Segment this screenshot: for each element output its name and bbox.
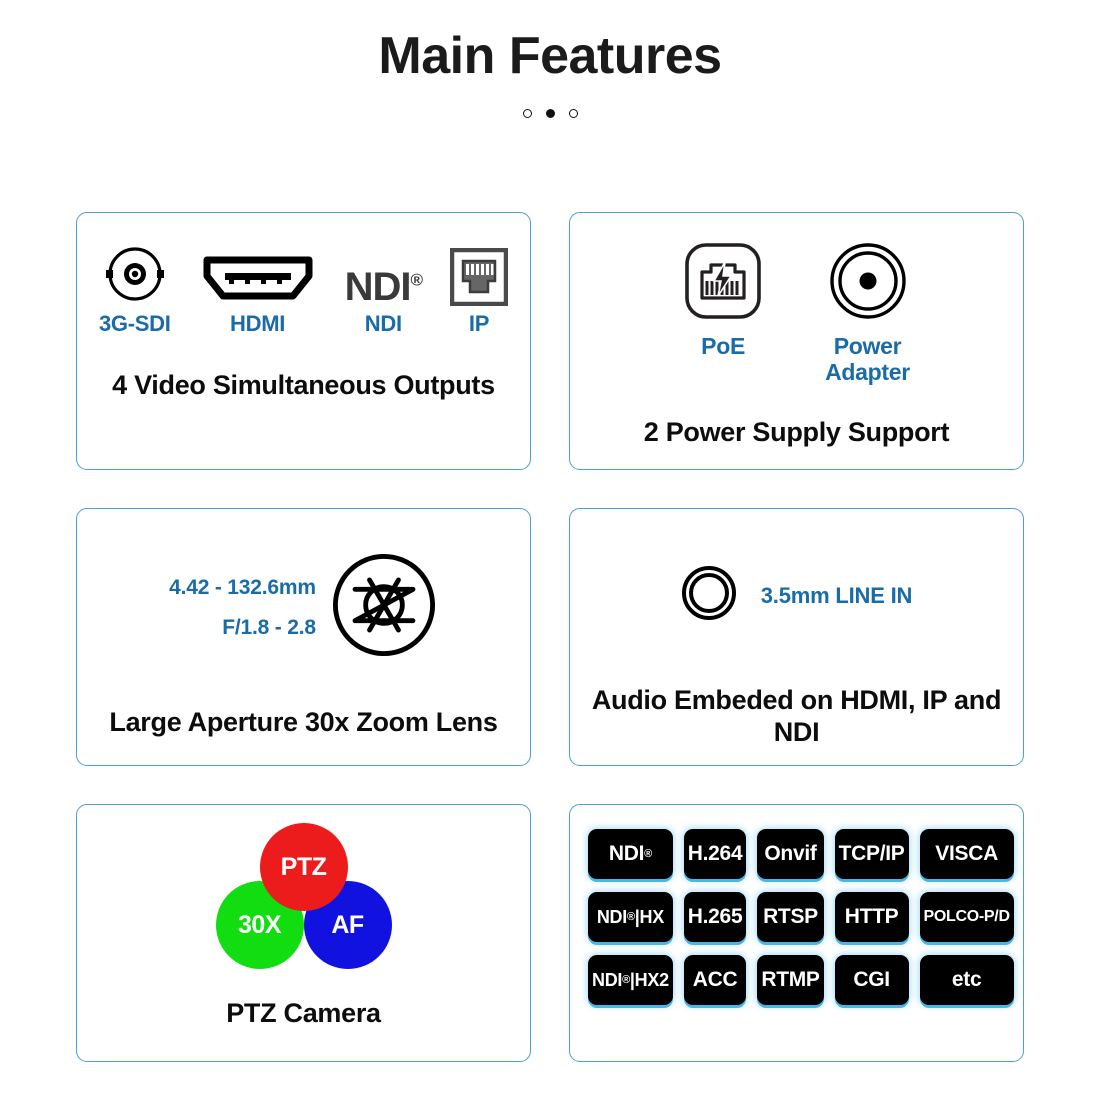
power-poe-label: PoE (701, 333, 746, 359)
protocol-badge-label: CGI (853, 968, 890, 991)
pagination-dot-2[interactable] (545, 109, 555, 119)
output-ndi: NDI® NDI (344, 240, 423, 336)
pagination-dot-3[interactable] (568, 109, 578, 119)
registered-mark: ® (626, 911, 635, 923)
protocol-badge[interactable]: etc (919, 955, 1014, 1005)
carousel-pagination[interactable] (0, 109, 1100, 119)
protocol-badge-label: TCP/IP (838, 842, 905, 865)
protocol-badge[interactable]: H.265 (683, 892, 747, 942)
output-ip-label: IP (468, 310, 490, 336)
protocol-badge[interactable]: CGI (834, 955, 909, 1005)
output-3g-sdi-label: 3G-SDI (99, 310, 171, 336)
power-adapter-label-line1: Power (833, 333, 902, 359)
output-ndi-label: NDI (364, 310, 402, 336)
output-ip: IP (449, 240, 508, 336)
registered-mark: ® (622, 974, 630, 986)
protocol-badge[interactable]: RTSP (757, 892, 824, 942)
rj45-ethernet-icon (449, 240, 508, 306)
card-title-video-outputs: 4 Video Simultaneous Outputs (112, 370, 495, 400)
power-poe: PoE (683, 241, 763, 360)
aperture-iris-icon (330, 551, 438, 664)
card-title-zoom-lens: Large Aperture 30x Zoom Lens (109, 707, 498, 737)
lens-spec-row: 4.42 - 132.6mm F/1.8 - 2.8 (169, 551, 438, 664)
lens-specs: 4.42 - 132.6mm F/1.8 - 2.8 (169, 576, 316, 640)
protocol-badge-label: ACC (692, 968, 738, 991)
card-title-power-supply: 2 Power Supply Support (643, 416, 950, 447)
protocol-badge-label: H.264 (687, 842, 743, 865)
feature-card-audio[interactable]: 3.5mm LINE IN Audio Embeded on HDMI, IP … (569, 508, 1024, 766)
feature-card-video-outputs[interactable]: 3G-SDI HDMI NDI® NDI IP 4 Video Simultan… (76, 212, 531, 470)
feature-card-zoom-lens[interactable]: 4.42 - 132.6mm F/1.8 - 2.8 Large Apertur… (76, 508, 531, 766)
lens-focal-range: 4.42 - 132.6mm (169, 575, 316, 599)
protocol-badge[interactable]: TCP/IP (834, 829, 909, 879)
protocol-badge[interactable]: NDI ® |HX (588, 892, 673, 942)
output-3g-sdi: 3G-SDI (99, 240, 171, 335)
pagination-dot-1[interactable] (522, 109, 532, 119)
protocol-badge-label: etc (951, 968, 982, 991)
lens-aperture-range: F/1.8 - 2.8 (222, 615, 316, 639)
protocol-badge-label: H.265 (687, 905, 743, 928)
audio-row: 3.5mm LINE IN (681, 565, 912, 626)
page-title: Main Features (378, 27, 722, 85)
protocol-badge-suffix: |HX (634, 906, 664, 927)
protocol-badge-label: RTSP (763, 905, 818, 928)
protocol-badge[interactable]: Onvif (757, 829, 824, 879)
protocol-badge-label: RTMP (761, 968, 820, 991)
protocol-badge-label: POLCO-P/D (923, 908, 1011, 925)
protocol-badge-suffix: |HX2 (629, 969, 669, 990)
audio-line-in-label: 3.5mm LINE IN (760, 582, 913, 608)
registered-mark: ® (644, 848, 652, 860)
power-adapter-label: Power Adapter (825, 333, 910, 386)
power-adapter-icon (827, 241, 909, 326)
protocol-badge-label: HTTP (844, 905, 899, 928)
ndi-registered-mark: ® (410, 270, 422, 290)
feature-card-grid: 3G-SDI HDMI NDI® NDI IP 4 Video Simultan… (76, 212, 1026, 1062)
protocol-badge[interactable]: H.264 (683, 829, 747, 879)
feature-card-power-supply[interactable]: PoE Power Adapter 2 Power Supply Support (569, 212, 1024, 470)
output-hdmi-label: HDMI (230, 310, 286, 336)
protocol-badge[interactable]: POLCO-P/D (919, 892, 1014, 942)
protocol-badge-label: VISCA (935, 842, 998, 865)
ptz-circle: PTZ (259, 823, 348, 911)
audio-jack-icon (681, 565, 737, 626)
main-features-page: Main Features 3G-SDI HDMI NDI® NDI IP 4 … (0, 0, 1100, 1100)
power-icon-row: PoE Power Adapter (683, 241, 910, 386)
hdmi-port-icon (199, 240, 317, 306)
protocol-badge-label: NDI (608, 842, 645, 865)
power-adapter-label-line2: Adapter (825, 358, 910, 385)
protocol-badge[interactable]: VISCA (919, 829, 1014, 879)
protocol-badge-grid: NDI ® H.264 Onvif TCP/IP VISCA NDI ® |HX H.265 RTS… (570, 805, 1023, 1029)
feature-card-ptz[interactable]: PTZ 30X AF PTZ Camera (76, 804, 531, 1062)
feature-card-protocols[interactable]: NDI ® H.264 Onvif TCP/IP VISCA NDI ® |HX H.265 RTS… (569, 804, 1024, 1062)
ndi-wordmark-icon: NDI® (344, 240, 423, 309)
protocol-badge[interactable]: ACC (683, 955, 747, 1005)
card-title-audio: Audio Embeded on HDMI, IP and NDI (591, 685, 1002, 748)
protocol-badge[interactable]: NDI ® |HX2 (588, 955, 673, 1005)
protocol-badge[interactable]: NDI ® (588, 829, 673, 879)
protocol-badge[interactable]: RTMP (757, 955, 824, 1005)
protocol-badge[interactable]: HTTP (834, 892, 909, 942)
bnc-sdi-icon (103, 240, 167, 306)
protocol-badge-label: NDI (596, 906, 627, 927)
power-adapter: Power Adapter (825, 241, 910, 386)
poe-icon (683, 241, 763, 326)
card-title-ptz: PTZ Camera (226, 998, 381, 1028)
output-icon-row: 3G-SDI HDMI NDI® NDI IP (99, 247, 508, 335)
ndi-wordmark-text: NDI (344, 264, 412, 309)
protocol-badge-label: Onvif (764, 842, 817, 865)
ptz-venn-diagram: PTZ 30X AF (214, 823, 394, 971)
output-hdmi: HDMI (199, 240, 317, 335)
protocol-badge-label: NDI (592, 969, 623, 990)
